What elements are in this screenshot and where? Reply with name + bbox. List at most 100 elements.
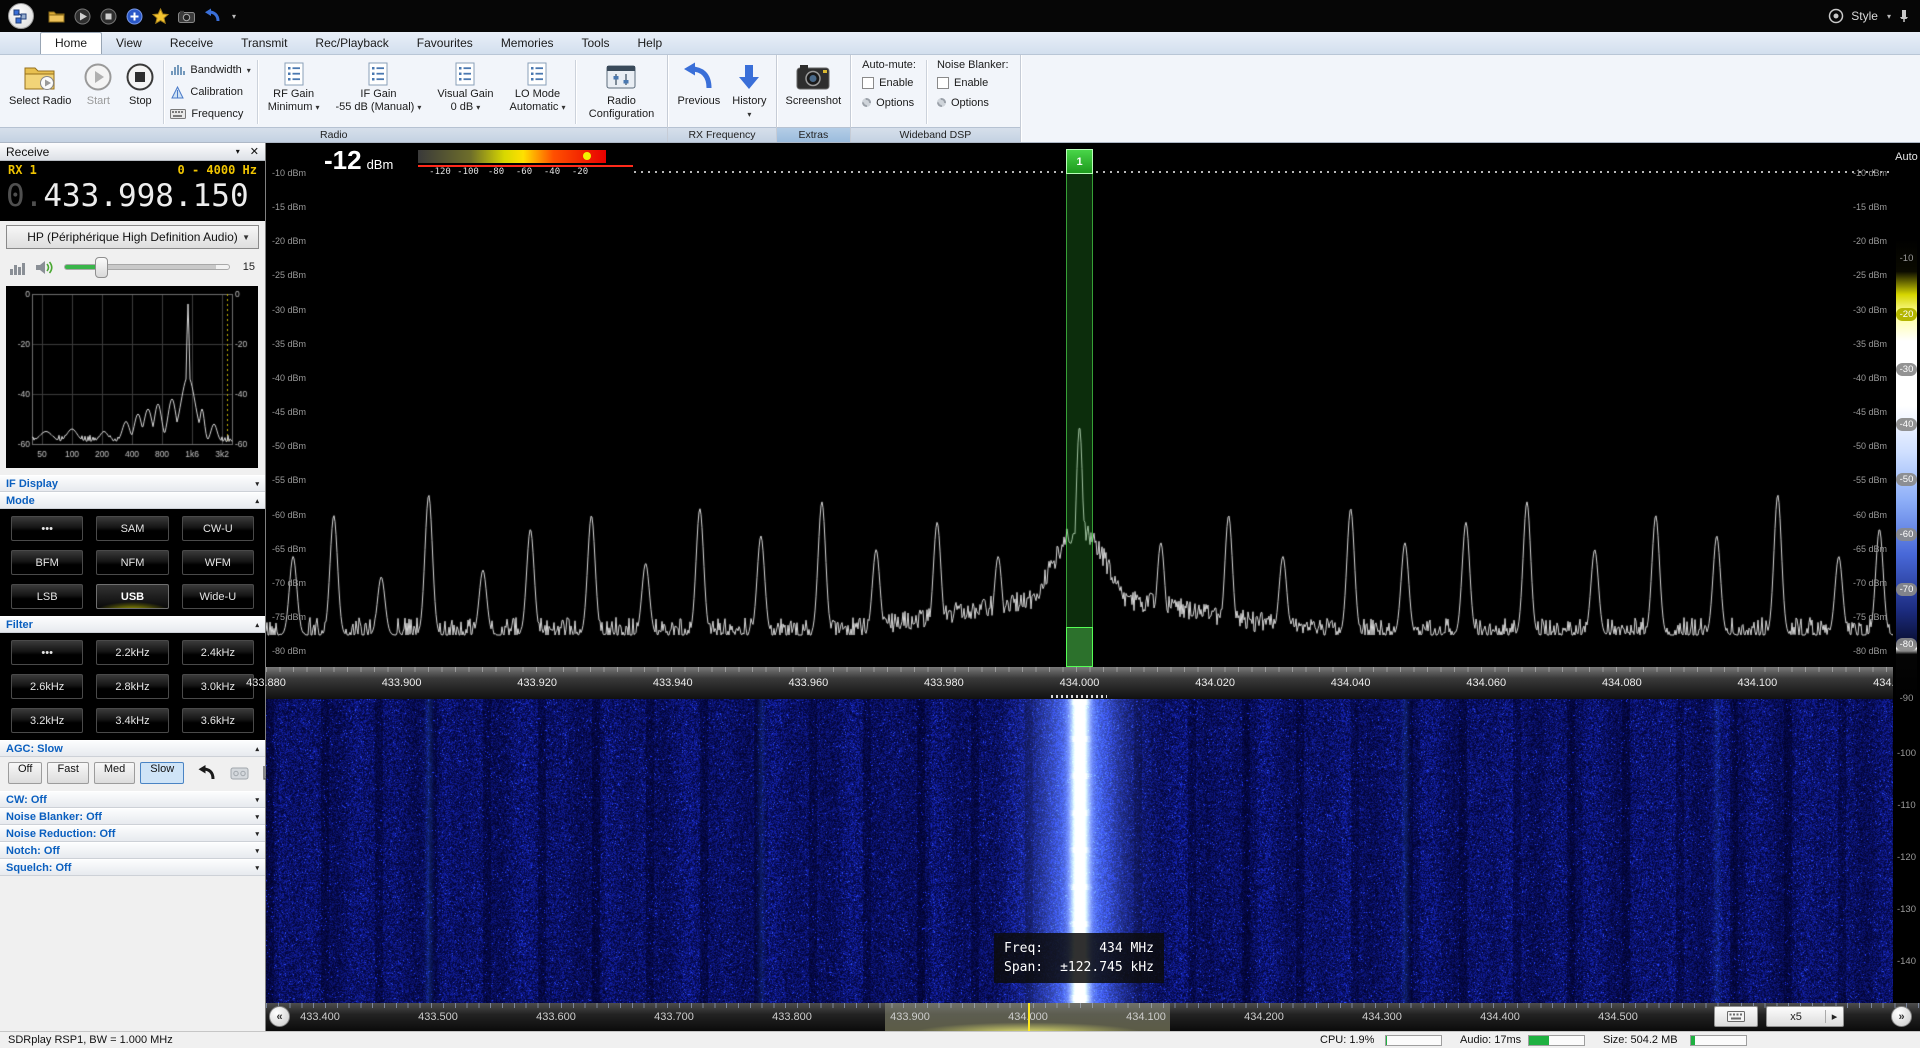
open-folder-icon[interactable]: [48, 8, 65, 25]
tab-help[interactable]: Help: [624, 33, 677, 54]
tab-rec-playback[interactable]: Rec/Playback: [301, 33, 402, 54]
tab-tools[interactable]: Tools: [568, 33, 624, 54]
section-if-display[interactable]: IF Display▾: [0, 475, 265, 492]
auto-mute-checkbox[interactable]: [862, 77, 874, 89]
agc-button-slow[interactable]: Slow: [140, 762, 184, 784]
tab-memories[interactable]: Memories: [487, 33, 568, 54]
waterfall[interactable]: Freq:434 MHz Span:±122.745 kHz: [266, 699, 1893, 1003]
qat-customize-caret-icon[interactable]: ▾: [232, 12, 236, 21]
audio-device-select[interactable]: HP (Périphérique High Definition Audio) …: [6, 225, 259, 249]
mode-button-nfm[interactable]: NFM: [96, 550, 168, 575]
agc-button-med[interactable]: Med: [94, 762, 135, 784]
undo-icon[interactable]: [204, 8, 221, 25]
rx-marker-number[interactable]: 1: [1066, 149, 1093, 174]
tab-view[interactable]: View: [102, 33, 156, 54]
auto-mute-options[interactable]: Options: [862, 94, 916, 111]
style-icon[interactable]: [1828, 8, 1844, 24]
mode-button-wfm[interactable]: WFM: [182, 550, 254, 575]
style-caret-icon[interactable]: ▾: [1887, 12, 1891, 21]
volume-slider-handle[interactable]: [95, 257, 108, 278]
stop-button[interactable]: Stop: [119, 57, 161, 127]
rx-marker[interactable]: 1: [1066, 149, 1093, 667]
pin-icon[interactable]: [1898, 9, 1910, 23]
panel-close-icon[interactable]: ✕: [250, 145, 259, 158]
bandwidth-button[interactable]: Bandwidth▾: [170, 61, 250, 80]
mode-button-wide-u[interactable]: Wide-U: [182, 584, 254, 609]
section-notch[interactable]: Notch: Off▾: [0, 842, 265, 859]
noise-blanker-checkbox[interactable]: [937, 77, 949, 89]
section-filter[interactable]: Filter▴: [0, 616, 265, 633]
noise-blanker-section: Noise Blanker: Enable Options: [929, 57, 1017, 127]
screenshot-button[interactable]: Screenshot: [780, 57, 848, 127]
filter-button-2-4khz[interactable]: 2.4kHz: [182, 640, 254, 665]
app-menu-button[interactable]: [8, 3, 34, 29]
noise-blanker-options[interactable]: Options: [937, 94, 1009, 111]
noise-blanker-enable[interactable]: Enable: [937, 74, 1009, 91]
frequency-display[interactable]: RX 1 0 - 4000 Hz 0.433.998.150: [0, 161, 265, 221]
mode-button-lsb[interactable]: LSB: [11, 584, 83, 609]
filter-button-2-6khz[interactable]: 2.6kHz: [11, 674, 83, 699]
auto-mute-enable[interactable]: Enable: [862, 74, 916, 91]
navigator-zoom-button[interactable]: x5 ▸: [1766, 1006, 1844, 1027]
speaker-icon[interactable]: [35, 259, 55, 276]
favourite-star-icon[interactable]: [152, 8, 169, 25]
frequency-button[interactable]: Frequency: [170, 105, 250, 124]
mode-button-bfm[interactable]: BFM: [11, 550, 83, 575]
navigator-right-button[interactable]: »: [1891, 1006, 1912, 1027]
calibration-button[interactable]: Calibration: [170, 83, 250, 102]
volume-slider[interactable]: [64, 264, 230, 270]
if-gain-dropdown[interactable]: IF Gain -55 dB (Manual) ▾: [327, 57, 429, 127]
mode-button-cw-u[interactable]: CW-U: [182, 516, 254, 541]
zoom-menu-caret-icon[interactable]: ▸: [1825, 1010, 1843, 1023]
tab-home[interactable]: Home: [40, 32, 102, 54]
start-icon[interactable]: [74, 8, 91, 25]
spectrum-frequency-scale[interactable]: 433.880433.900433.920433.940433.960433.9…: [266, 667, 1893, 699]
waterfall-palette-scale[interactable]: Auto -10-20-30-40-50-60-70-80-90-100-110…: [1893, 143, 1920, 1003]
agc-button-off[interactable]: Off: [8, 762, 42, 784]
filter-button-3-4khz[interactable]: 3.4kHz: [96, 708, 168, 733]
section-noise-blanker[interactable]: Noise Blanker: Off▾: [0, 808, 265, 825]
freq-scale-label: 434.060: [1451, 677, 1521, 689]
section-cw[interactable]: CW: Off▾: [0, 791, 265, 808]
filter-button-2-2khz[interactable]: 2.2kHz: [96, 640, 168, 665]
rx-marker-foot[interactable]: [1066, 627, 1093, 667]
tab-receive[interactable]: Receive: [156, 33, 227, 54]
previous-button[interactable]: Previous: [671, 57, 726, 127]
lo-mode-dropdown[interactable]: LO Mode Automatic ▾: [501, 57, 573, 127]
filter-button-2-8khz[interactable]: 2.8kHz: [96, 674, 168, 699]
mode-button-[interactable]: •••: [11, 516, 83, 541]
mode-button-sam[interactable]: SAM: [96, 516, 168, 541]
filter-button-3-6khz[interactable]: 3.6kHz: [182, 708, 254, 733]
stop-icon[interactable]: [100, 8, 117, 25]
select-radio-button[interactable]: Select Radio: [3, 57, 77, 127]
tab-transmit[interactable]: Transmit: [227, 33, 301, 54]
section-mode[interactable]: Mode▴: [0, 492, 265, 509]
undo-icon[interactable]: [197, 765, 217, 781]
tab-favourites[interactable]: Favourites: [403, 33, 487, 54]
section-squelch[interactable]: Squelch: Off▾: [0, 859, 265, 876]
section-agc[interactable]: AGC: Slow▴: [0, 740, 265, 757]
rf-gain-dropdown[interactable]: RF Gain Minimum ▾: [260, 57, 328, 127]
navigator-left-button[interactable]: «: [269, 1006, 290, 1027]
monitor-icon[interactable]: [230, 766, 249, 780]
start-button[interactable]: Start: [77, 57, 119, 127]
band-navigator[interactable]: 433.400433.500433.600433.700433.800433.9…: [266, 1003, 1920, 1031]
filter-button-[interactable]: •••: [11, 640, 83, 665]
radio-configuration-button[interactable]: Radio Configuration: [578, 57, 664, 127]
navigator-keyboard-button[interactable]: [1714, 1006, 1758, 1027]
section-noise-reduction[interactable]: Noise Reduction: Off▾: [0, 825, 265, 842]
camera-icon[interactable]: [178, 8, 195, 25]
style-label[interactable]: Style: [1851, 9, 1878, 23]
filter-button-3-2khz[interactable]: 3.2kHz: [11, 708, 83, 733]
gear-icon: [937, 98, 946, 107]
palette-auto-label[interactable]: Auto: [1893, 151, 1920, 163]
tuned-frequency[interactable]: 0.433.998.150: [6, 178, 259, 214]
panel-caret-icon[interactable]: ▾: [236, 147, 240, 156]
history-button[interactable]: History ▾: [726, 57, 772, 127]
equalizer-icon[interactable]: [10, 260, 26, 275]
rx-marker-band[interactable]: [1066, 174, 1093, 627]
visual-gain-dropdown[interactable]: Visual Gain 0 dB ▾: [429, 57, 501, 127]
agc-button-fast[interactable]: Fast: [47, 762, 88, 784]
add-icon[interactable]: [126, 8, 143, 25]
mode-button-usb[interactable]: USB: [96, 584, 168, 609]
